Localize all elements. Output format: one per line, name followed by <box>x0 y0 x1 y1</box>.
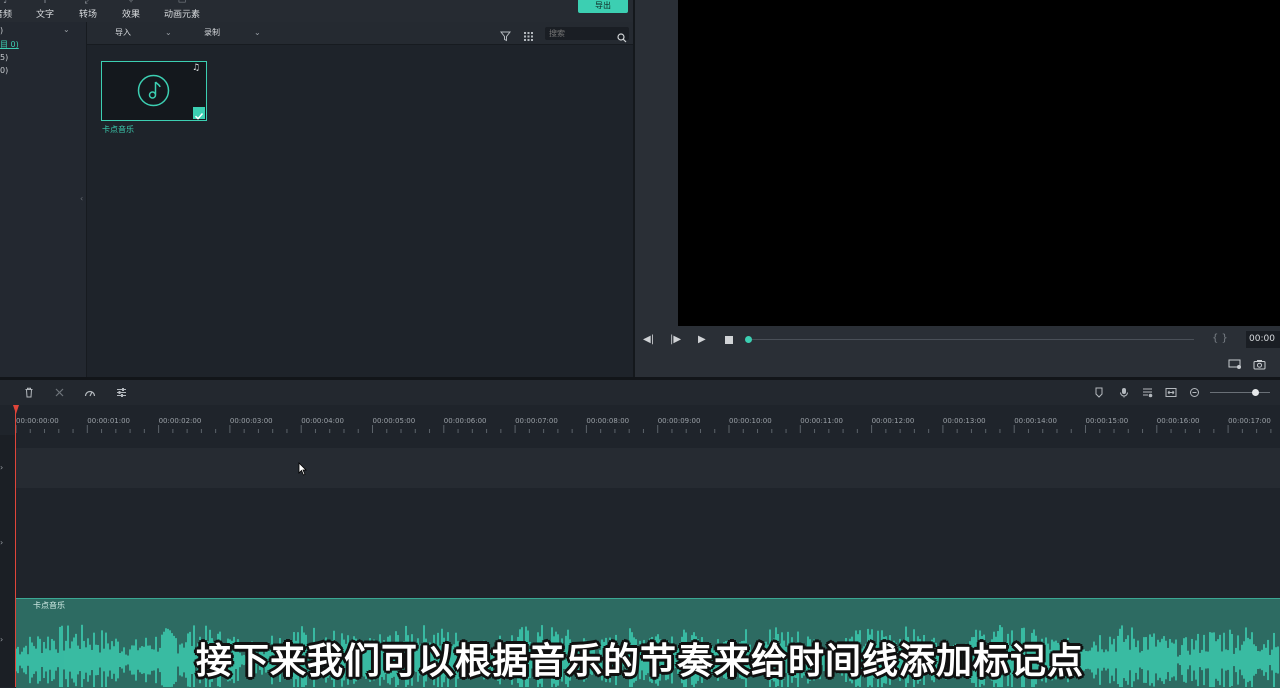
grid-view-icon[interactable] <box>523 27 534 46</box>
voiceover-icon[interactable] <box>1142 387 1153 400</box>
marker-icon[interactable] <box>1094 387 1104 400</box>
ruler-label: 00:00:02:00 <box>158 417 202 425</box>
search-input[interactable] <box>549 27 611 40</box>
stop-icon[interactable] <box>725 336 733 344</box>
ruler-label: 00:00:03:00 <box>229 417 273 425</box>
ruler-label: 00:00:08:00 <box>586 417 630 425</box>
ruler-label: 00:00:16:00 <box>1156 417 1200 425</box>
audio-clip-label: 卡点音乐 <box>33 601 65 610</box>
fit-timeline-icon[interactable] <box>1165 387 1177 400</box>
text-icon: T <box>42 0 48 6</box>
snapshot-camera-icon[interactable] <box>1253 355 1266 374</box>
import-dropdown[interactable]: 导入 ⌄ <box>115 22 172 44</box>
zoom-slider-handle[interactable] <box>1252 389 1259 396</box>
ruler-label: 00:00:15:00 <box>1085 417 1129 425</box>
media-toolbar: ♪ 音频 T 文字 ⤢ 转场 ✧ 效果 ▭ 动画元素 <box>0 0 633 22</box>
ruler-label: 00:00:00:00 <box>16 417 59 425</box>
tool-audio[interactable]: ♪ 音频 <box>0 0 16 22</box>
tool-effects[interactable]: ✧ 效果 <box>120 0 142 22</box>
effects-icon: ✧ <box>127 0 135 6</box>
tool-effects-label: 效果 <box>121 10 140 20</box>
tool-audio-label: 音频 <box>0 10 12 20</box>
media-item-label: 卡点音乐 <box>102 125 134 134</box>
collapse-panel-icon[interactable]: ‹ <box>80 194 83 203</box>
ruler-label: 00:00:05:00 <box>372 417 416 425</box>
timeline-toolbar <box>0 380 1280 405</box>
chevron-down-icon: ⌄ <box>165 28 172 37</box>
video-track-1[interactable] <box>0 448 1280 488</box>
zoom-slider-track[interactable] <box>1210 392 1270 393</box>
ruler-label: 00:00:09:00 <box>657 417 701 425</box>
mouse-cursor-icon <box>298 461 307 480</box>
ruler-label: 00:00:14:00 <box>1014 417 1057 425</box>
ruler-label: 00:00:11:00 <box>800 417 844 425</box>
search-icon[interactable] <box>617 28 627 47</box>
next-frame-icon[interactable]: |▶ <box>670 335 681 345</box>
mark-in-out-icon[interactable]: { } <box>1212 333 1228 344</box>
record-dropdown[interactable]: 录制 ⌄ <box>204 22 261 44</box>
play-icon[interactable]: ▶ <box>698 335 706 345</box>
ruler-label: 00:00:12:00 <box>871 417 915 425</box>
ruler-label: 00:00:07:00 <box>515 417 558 425</box>
tool-elements-label: 动画元素 <box>163 10 200 20</box>
track-expand-icon[interactable]: › <box>0 463 3 472</box>
playback-progress-handle[interactable] <box>745 336 752 343</box>
video-subtitle: 接下来我们可以根据音乐的节奏来给时间线添加标记点 <box>195 641 1084 682</box>
delete-icon[interactable] <box>24 387 34 400</box>
playback-progress-bar[interactable] <box>748 339 1194 340</box>
preview-screen <box>678 0 1280 326</box>
adjust-icon[interactable] <box>116 387 127 400</box>
zoom-out-icon[interactable] <box>1189 387 1200 400</box>
ruler-label: 00:00:10:00 <box>729 417 772 425</box>
cut-icon[interactable] <box>54 387 65 400</box>
tool-transition-label: 转场 <box>78 10 97 20</box>
tool-transition[interactable]: ⤢ 转场 <box>77 0 99 22</box>
folder-panel: ) 目 0) 5) 0) ⌄ ‹ <box>0 22 87 377</box>
microphone-icon[interactable] <box>1119 387 1129 400</box>
elements-icon: ▭ <box>177 0 187 6</box>
search-box <box>545 27 629 43</box>
transition-icon: ⤢ <box>84 0 92 6</box>
ruler-label: 00:00:13:00 <box>942 417 986 425</box>
tool-elements[interactable]: ▭ 动画元素 <box>162 0 202 22</box>
track-expand-icon[interactable]: › <box>0 538 3 547</box>
checkmark-icon <box>193 107 205 120</box>
music-disc-icon <box>137 74 170 111</box>
export-button[interactable]: 导出 <box>578 0 628 13</box>
music-note-icon: ♫ <box>192 63 201 73</box>
ruler-label: 00:00:01:00 <box>87 417 131 425</box>
timeline-ruler[interactable]: 00:00:00:00 00:00:01:00 00:00:02:00 00:00:0… <box>0 405 1280 435</box>
chevron-down-icon: ⌄ <box>254 28 261 37</box>
ruler-label: 00:00:06:00 <box>443 417 487 425</box>
media-thumbnail[interactable]: ♫ <box>101 61 207 121</box>
folder-item[interactable]: 5) <box>0 53 8 62</box>
ruler-label: 00:00:17:00 <box>1228 417 1271 425</box>
record-label: 录制 <box>204 28 220 37</box>
display-settings-icon[interactable] <box>1228 355 1242 374</box>
prev-frame-icon[interactable]: ◀| <box>643 335 654 345</box>
tool-text-label: 文字 <box>35 10 54 20</box>
folder-item[interactable]: ) <box>0 26 3 35</box>
preview-timecode: 00:00 <box>1246 331 1280 348</box>
tool-text[interactable]: T 文字 <box>34 0 56 22</box>
music-note-icon: ♪ <box>3 0 9 6</box>
folder-item[interactable]: 0) <box>0 66 8 75</box>
filter-icon[interactable] <box>499 27 512 46</box>
speed-icon[interactable] <box>84 387 96 400</box>
import-label: 导入 <box>115 28 131 37</box>
playhead-handle[interactable] <box>13 405 19 414</box>
ruler-label: 00:00:04:00 <box>301 417 344 425</box>
folder-item-selected[interactable]: 目 0) <box>0 39 19 50</box>
chevron-down-icon[interactable]: ⌄ <box>63 25 70 34</box>
